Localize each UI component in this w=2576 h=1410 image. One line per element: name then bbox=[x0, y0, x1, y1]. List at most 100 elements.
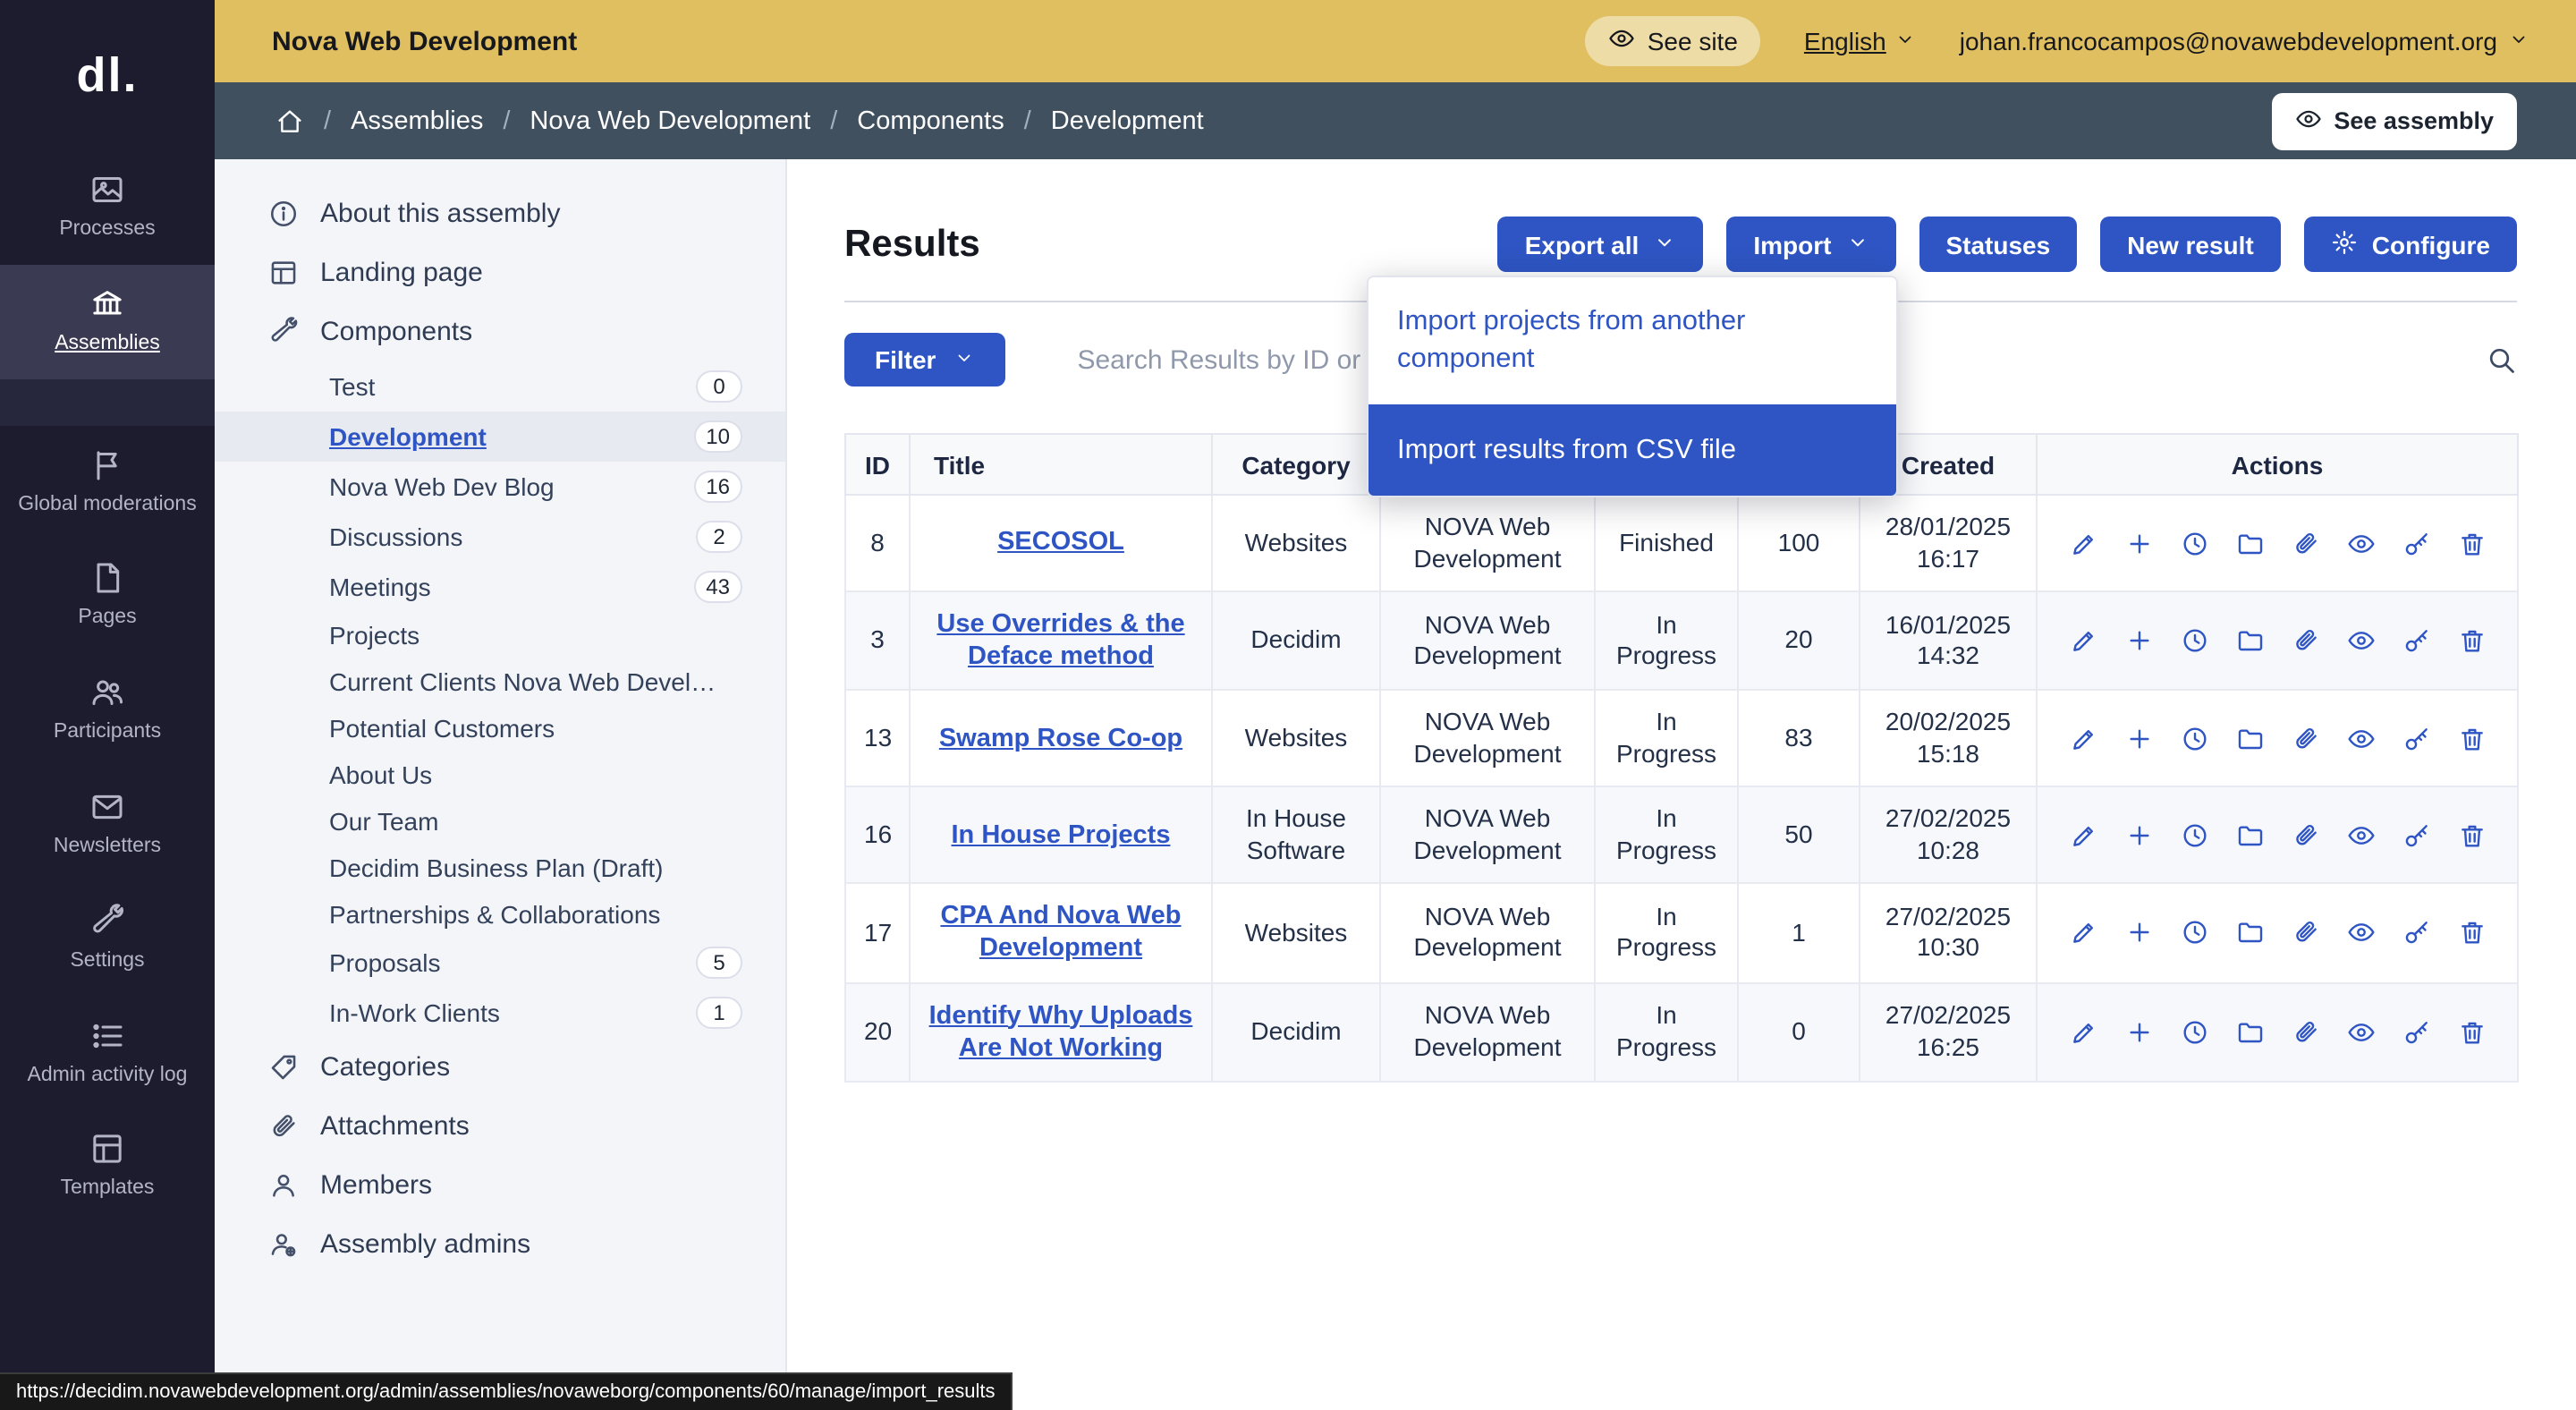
preview-icon[interactable] bbox=[2346, 821, 2375, 850]
attachment-icon[interactable] bbox=[2291, 1017, 2319, 1046]
add-icon[interactable] bbox=[2124, 626, 2153, 655]
edit-icon[interactable] bbox=[2069, 919, 2097, 947]
see-site-link[interactable]: See site bbox=[1585, 16, 1761, 66]
time-icon[interactable] bbox=[2180, 725, 2208, 753]
add-icon[interactable] bbox=[2124, 529, 2153, 557]
sidebar-item-nova-web-dev-blog[interactable]: Nova Web Dev Blog16 bbox=[215, 462, 785, 512]
breadcrumb-item-nova-web-development[interactable]: Nova Web Development bbox=[530, 106, 810, 135]
result-title-link[interactable]: CPA And Nova Web Development bbox=[940, 903, 1181, 964]
attachment-icon[interactable] bbox=[2291, 626, 2319, 655]
permissions-icon[interactable] bbox=[2402, 725, 2430, 753]
sidebar-item-projects[interactable]: Projects bbox=[215, 612, 785, 658]
sidebar-item-current-clients-nova-web-development[interactable]: Current Clients Nova Web Development bbox=[215, 658, 785, 705]
breadcrumb-item-components[interactable]: Components bbox=[857, 106, 1004, 135]
sidebar-item-assembly-admins[interactable]: Assembly admins bbox=[215, 1215, 785, 1274]
attachment-icon[interactable] bbox=[2291, 821, 2319, 850]
permissions-icon[interactable] bbox=[2402, 626, 2430, 655]
sidebar-item-landing-page[interactable]: Landing page bbox=[215, 243, 785, 302]
sidebar-item-attachments[interactable]: Attachments bbox=[215, 1097, 785, 1156]
time-icon[interactable] bbox=[2180, 529, 2208, 557]
delete-icon[interactable] bbox=[2457, 725, 2486, 753]
column-header-category[interactable]: Category bbox=[1212, 434, 1380, 495]
edit-icon[interactable] bbox=[2069, 626, 2097, 655]
home-icon[interactable] bbox=[275, 106, 304, 135]
add-icon[interactable] bbox=[2124, 821, 2153, 850]
configure-button[interactable]: Configure bbox=[2304, 217, 2517, 272]
sidebar-item-meetings[interactable]: Meetings43 bbox=[215, 562, 785, 612]
nav-newsletters[interactable]: Newsletters bbox=[0, 768, 215, 882]
nav-settings[interactable]: Settings bbox=[0, 882, 215, 997]
sidebar-item-potential-customers[interactable]: Potential Customers bbox=[215, 705, 785, 752]
nav-admin-activity-log[interactable]: Admin activity log bbox=[0, 996, 215, 1110]
export-all-button[interactable]: Export all bbox=[1498, 217, 1704, 272]
edit-icon[interactable] bbox=[2069, 725, 2097, 753]
nav-templates[interactable]: Templates bbox=[0, 1110, 215, 1225]
result-title-link[interactable]: SECOSOL bbox=[997, 529, 1124, 557]
see-assembly-button[interactable]: See assembly bbox=[2271, 92, 2517, 149]
delete-icon[interactable] bbox=[2457, 529, 2486, 557]
sidebar-item-about-us[interactable]: About Us bbox=[215, 752, 785, 798]
column-header-id[interactable]: ID bbox=[845, 434, 910, 495]
permissions-icon[interactable] bbox=[2402, 1017, 2430, 1046]
permissions-icon[interactable] bbox=[2402, 919, 2430, 947]
breadcrumb-item-development[interactable]: Development bbox=[1051, 106, 1204, 135]
edit-icon[interactable] bbox=[2069, 1017, 2097, 1046]
time-icon[interactable] bbox=[2180, 821, 2208, 850]
attachment-icon[interactable] bbox=[2291, 725, 2319, 753]
decidim-logo[interactable]: dl. bbox=[0, 0, 215, 150]
sidebar-item-discussions[interactable]: Discussions2 bbox=[215, 512, 785, 562]
add-icon[interactable] bbox=[2124, 1017, 2153, 1046]
column-header-actions[interactable]: Actions bbox=[2037, 434, 2518, 495]
result-title-link[interactable]: Swamp Rose Co-op bbox=[939, 724, 1182, 752]
menu-item-import-projects-from-component[interactable]: Import projects from another component bbox=[1368, 277, 1896, 404]
delete-icon[interactable] bbox=[2457, 626, 2486, 655]
add-icon[interactable] bbox=[2124, 725, 2153, 753]
folder-icon[interactable] bbox=[2235, 821, 2264, 850]
filter-button[interactable]: Filter bbox=[844, 333, 1005, 386]
edit-icon[interactable] bbox=[2069, 821, 2097, 850]
sidebar-item-our-team[interactable]: Our Team bbox=[215, 798, 785, 845]
preview-icon[interactable] bbox=[2346, 529, 2375, 557]
preview-icon[interactable] bbox=[2346, 1017, 2375, 1046]
sidebar-item-partnerships-collaborations[interactable]: Partnerships & Collaborations bbox=[215, 891, 785, 938]
nav-assemblies[interactable]: Assemblies bbox=[0, 265, 215, 379]
sidebar-item-about-this-assembly[interactable]: About this assembly bbox=[215, 184, 785, 243]
folder-icon[interactable] bbox=[2235, 919, 2264, 947]
add-icon[interactable] bbox=[2124, 919, 2153, 947]
sidebar-item-categories[interactable]: Categories bbox=[215, 1038, 785, 1097]
new-result-button[interactable]: New result bbox=[2100, 217, 2281, 272]
statuses-button[interactable]: Statuses bbox=[1919, 217, 2077, 272]
edit-icon[interactable] bbox=[2069, 529, 2097, 557]
column-header-title[interactable]: Title bbox=[910, 434, 1212, 495]
nav-participants[interactable]: Participants bbox=[0, 653, 215, 768]
delete-icon[interactable] bbox=[2457, 821, 2486, 850]
preview-icon[interactable] bbox=[2346, 919, 2375, 947]
nav-processes[interactable]: Processes bbox=[0, 150, 215, 265]
preview-icon[interactable] bbox=[2346, 725, 2375, 753]
sidebar-item-decidim-business-plan-draft[interactable]: Decidim Business Plan (Draft) bbox=[215, 845, 785, 891]
sidebar-item-test[interactable]: Test0 bbox=[215, 361, 785, 412]
attachment-icon[interactable] bbox=[2291, 919, 2319, 947]
import-button[interactable]: Import bbox=[1726, 217, 1895, 272]
sidebar-item-members[interactable]: Members bbox=[215, 1156, 785, 1215]
nav-global-moderations[interactable]: Global moderations bbox=[0, 425, 215, 539]
time-icon[interactable] bbox=[2180, 919, 2208, 947]
result-title-link[interactable]: Identify Why Uploads Are Not Working bbox=[929, 1001, 1193, 1062]
sidebar-item-proposals[interactable]: Proposals5 bbox=[215, 938, 785, 988]
folder-icon[interactable] bbox=[2235, 529, 2264, 557]
result-title-link[interactable]: Use Overrides & the Deface method bbox=[936, 610, 1184, 671]
sidebar-item-components[interactable]: Components bbox=[215, 302, 785, 361]
search-icon[interactable] bbox=[2485, 344, 2517, 376]
result-title-link[interactable]: In House Projects bbox=[952, 820, 1171, 849]
breadcrumb-item-assemblies[interactable]: Assemblies bbox=[351, 106, 483, 135]
preview-icon[interactable] bbox=[2346, 626, 2375, 655]
folder-icon[interactable] bbox=[2235, 1017, 2264, 1046]
folder-icon[interactable] bbox=[2235, 626, 2264, 655]
permissions-icon[interactable] bbox=[2402, 529, 2430, 557]
attachment-icon[interactable] bbox=[2291, 529, 2319, 557]
time-icon[interactable] bbox=[2180, 1017, 2208, 1046]
folder-icon[interactable] bbox=[2235, 725, 2264, 753]
nav-pages[interactable]: Pages bbox=[0, 539, 215, 654]
time-icon[interactable] bbox=[2180, 626, 2208, 655]
menu-item-import-results-from-csv[interactable]: Import results from CSV file bbox=[1368, 404, 1896, 497]
